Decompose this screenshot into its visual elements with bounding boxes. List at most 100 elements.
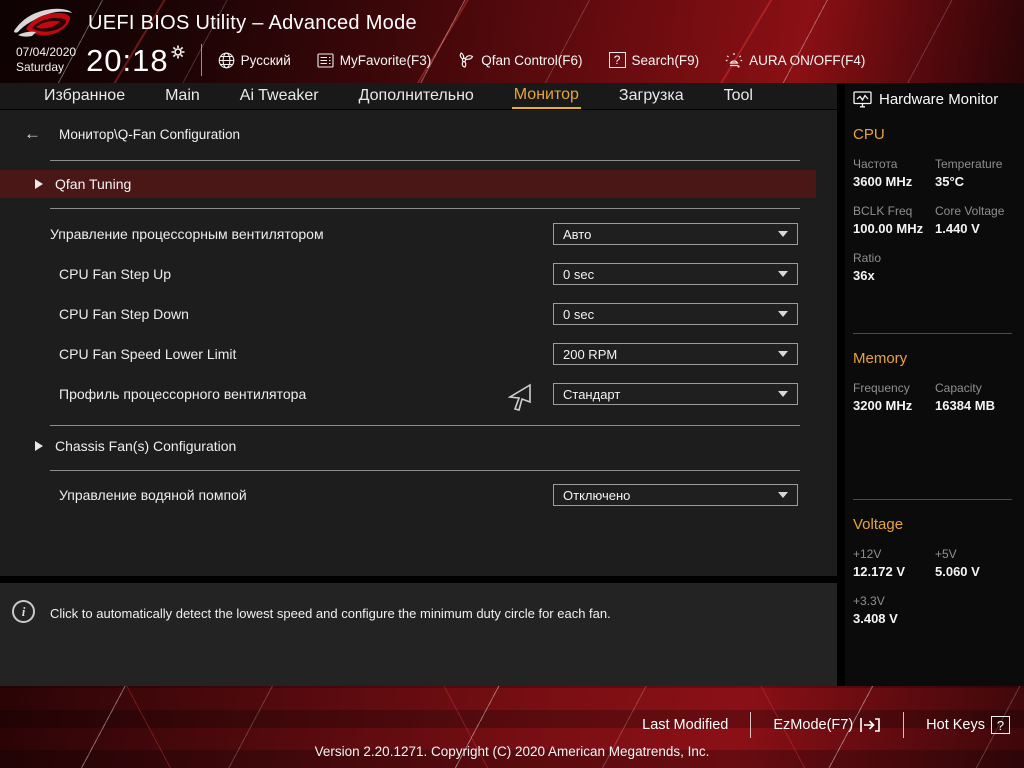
cpu-fan-step-up-dropdown[interactable]: 0 sec	[553, 263, 798, 285]
breadcrumb: ← Монитор\Q-Fan Configuration	[24, 124, 240, 144]
tab-advanced[interactable]: Дополнительно	[357, 85, 476, 108]
time-settings-gear-icon[interactable]	[171, 45, 185, 59]
globe-icon	[218, 52, 234, 68]
language-button[interactable]: Русский	[218, 52, 291, 69]
ratio-value: 36x	[853, 268, 875, 283]
memory-cap-label: Capacity	[935, 381, 982, 395]
last-modified-button[interactable]: Last Modified	[642, 717, 728, 733]
hot-keys-button[interactable]: Hot Keys ?	[926, 716, 1010, 734]
brand-row: UEFI BIOS Utility – Advanced Mode	[12, 5, 417, 41]
footer: Last Modified EzMode(F7) Hot Keys ? Vers…	[0, 686, 1024, 768]
core-voltage-label: Core Voltage	[935, 204, 1005, 218]
tab-main[interactable]: Main	[163, 85, 202, 108]
bclk-freq-label: BCLK Freq	[853, 204, 913, 218]
cpu-freq-label: Частота	[853, 157, 898, 171]
day-text: Saturday	[16, 60, 65, 74]
hardware-monitor-sidebar: Hardware Monitor CPU Частота 3600 MHz Te…	[845, 83, 1024, 686]
cpu-temp-value: 35°C	[935, 174, 965, 189]
setting-row-fan-profile: Профиль процессорного вентилятора Станда…	[0, 374, 837, 414]
tab-boot[interactable]: Загрузка	[617, 85, 686, 108]
dropdown-value: Авто	[563, 226, 592, 242]
date-block: 07/04/2020 Saturday	[16, 45, 76, 75]
dropdown-value: Отключено	[563, 487, 631, 503]
chevron-down-icon	[778, 391, 788, 397]
setting-row-step-down: CPU Fan Step Down 0 sec	[0, 294, 837, 334]
qfan-control-label: Qfan Control(F6)	[481, 52, 583, 68]
chassis-fan-config-row[interactable]: Chassis Fan(s) Configuration	[0, 434, 816, 458]
dropdown-value: Стандарт	[563, 386, 621, 402]
voltage-section-title: Voltage	[853, 516, 904, 533]
divider-line	[50, 208, 800, 209]
time-block[interactable]: 20:18	[86, 45, 185, 76]
footer-divider	[903, 712, 905, 738]
header-divider	[200, 44, 202, 76]
help-panel: i Click to automatically detect the lowe…	[0, 583, 837, 686]
header-meta-row: 07/04/2020 Saturday 20:18 Русский MyFavo…	[16, 40, 891, 80]
setting-row-water-pump: Управление водяной помпой Отключено	[0, 475, 837, 515]
memory-freq-value: 3200 MHz	[853, 398, 913, 413]
memory-cap-value: 16384 MB	[935, 398, 995, 413]
date-text: 07/04/2020	[16, 45, 77, 59]
v12-label: +12V	[853, 547, 882, 561]
aura-lamp-icon	[725, 52, 743, 68]
fan-icon	[459, 52, 474, 68]
tab-monitor[interactable]: Монитор	[511, 84, 581, 109]
cpu-fan-control-dropdown[interactable]: Авто	[553, 223, 798, 245]
hot-keys-label: Hot Keys	[926, 717, 985, 733]
ezmode-exit-icon	[860, 718, 880, 732]
qfan-control-button[interactable]: Qfan Control(F6)	[457, 52, 583, 68]
ezmode-button[interactable]: EzMode(F7)	[773, 717, 881, 733]
search-question-icon: ?	[608, 52, 626, 68]
last-modified-label: Last Modified	[642, 717, 729, 733]
cpu-temp-label: Temperature	[935, 157, 1003, 171]
arrow-right-icon	[35, 441, 43, 451]
chevron-down-icon	[778, 311, 788, 317]
cpu-fan-lower-limit-dropdown[interactable]: 200 RPM	[553, 343, 798, 365]
v12-value: 12.172 V	[853, 564, 906, 579]
dropdown-value: 0 sec	[563, 266, 595, 282]
cpu-section: CPU Частота 3600 MHz Temperature 35°C BC…	[853, 126, 1024, 333]
v33-value: 3.408 V	[853, 611, 898, 626]
chevron-down-icon	[778, 231, 788, 237]
rog-logo-icon	[14, 8, 72, 37]
time-text: 20:18	[86, 42, 169, 78]
tab-tool[interactable]: Tool	[722, 85, 755, 108]
voltage-section: Voltage +12V 12.172 V +5V 5.060 V +3.3V …	[853, 516, 1024, 626]
favorites-list-icon	[317, 52, 334, 68]
dropdown-value: 200 RPM	[563, 346, 618, 362]
back-arrow-icon[interactable]: ←	[24, 124, 41, 144]
hardware-monitor-header: Hardware Monitor	[853, 91, 1024, 108]
ezmode-label: EzMode(F7)	[773, 717, 854, 733]
sidebar-divider	[853, 499, 1012, 500]
footer-links: Last Modified EzMode(F7) Hot Keys ?	[642, 712, 1010, 738]
setting-label: Управление процессорным вентилятором	[50, 226, 324, 242]
sidebar-divider	[853, 333, 1012, 334]
setting-row-cpu-fan-control: Управление процессорным вентилятором Авт…	[0, 214, 837, 254]
memory-section: Memory Frequency 3200 MHz Capacity 16384…	[853, 350, 1024, 499]
setting-label: CPU Fan Step Up	[59, 266, 172, 282]
chevron-down-icon	[778, 351, 788, 357]
dropdown-value: 0 sec	[563, 306, 595, 322]
help-text: Click to automatically detect the lowest…	[50, 606, 611, 621]
qfan-tuning-row[interactable]: Qfan Tuning	[0, 170, 816, 198]
setting-label: CPU Fan Speed Lower Limit	[59, 346, 237, 362]
hardware-monitor-title: Hardware Monitor	[879, 91, 999, 108]
qfan-tuning-label: Qfan Tuning	[55, 176, 132, 192]
cpu-fan-step-down-dropdown[interactable]: 0 sec	[553, 303, 798, 325]
v33-label: +3.3V	[853, 594, 885, 608]
memory-section-title: Memory	[853, 350, 908, 367]
chevron-down-icon	[778, 492, 788, 498]
cpu-fan-profile-dropdown[interactable]: Стандарт	[553, 383, 798, 405]
tab-favorites[interactable]: Избранное	[42, 85, 127, 108]
app-title: UEFI BIOS Utility – Advanced Mode	[88, 11, 417, 34]
water-pump-dropdown[interactable]: Отключено	[553, 484, 798, 506]
tab-ai-tweaker[interactable]: Ai Tweaker	[238, 85, 321, 108]
myfavorite-button[interactable]: MyFavorite(F3)	[317, 52, 431, 68]
aura-button[interactable]: AURA ON/OFF(F4)	[725, 52, 865, 69]
search-button[interactable]: ? Search(F9)	[608, 52, 699, 68]
divider-line	[50, 425, 800, 426]
setting-label: Профиль процессорного вентилятора	[59, 386, 307, 402]
arrow-right-icon	[35, 179, 43, 189]
top-header: UEFI BIOS Utility – Advanced Mode 07/04/…	[0, 0, 1024, 83]
divider-line	[50, 470, 800, 471]
